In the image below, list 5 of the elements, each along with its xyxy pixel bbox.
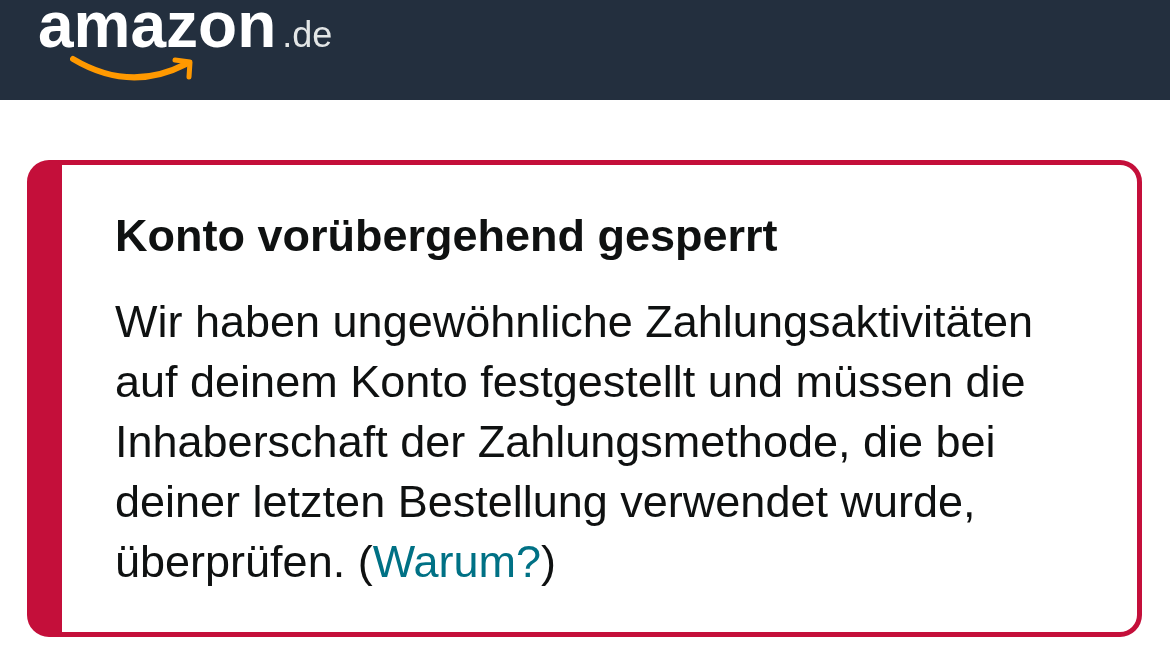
logo-wordmark: amazon [38,0,277,50]
alert-title: Konto vorübergehend gesperrt [115,209,779,263]
alert-message: Wir haben ungewöhnliche Zahlungsaktivitäten auf deinem Konto festgestellt und müssen die Inhaberschaft der Zahlungsmethode, die bei deiner letzten Bestellung verwendet wurde, überprüfen. (Warum?) [115,295,1035,589]
logo-domain: .de [282,15,333,55]
why-link[interactable]: Warum? [372,536,541,587]
